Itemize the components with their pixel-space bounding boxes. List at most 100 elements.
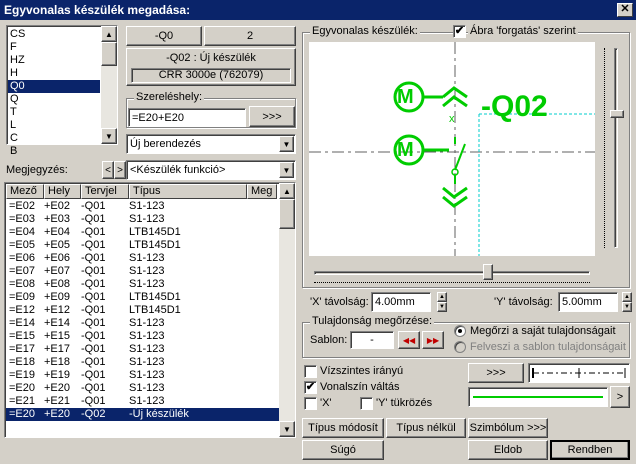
line-style-preview[interactable] [528, 363, 630, 383]
note-next-button[interactable]: > [114, 161, 126, 179]
x-spin-down-icon[interactable]: ▼ [437, 302, 447, 312]
x-spin-up-icon[interactable]: ▲ [437, 292, 447, 302]
table-row[interactable]: =E02 +E02 -Q01 S1-123 [6, 200, 280, 213]
table-scrollbar[interactable]: ▲ ▼ [279, 183, 295, 437]
x-distance-field[interactable]: 4.00mm [371, 292, 431, 312]
linecolor-checkbox[interactable]: ✔ [304, 381, 317, 394]
symbol-button[interactable]: Szimbólum >>> [468, 418, 548, 438]
no-type-button[interactable]: Típus nélkül [386, 418, 466, 438]
column-header[interactable]: Tervjel [81, 184, 129, 199]
title-bar: Egyvonalas készülék megadása: ✕ [0, 0, 636, 20]
location-browse-button[interactable]: >>> [249, 106, 295, 127]
table-row[interactable]: =E06 +E06 -Q01 S1-123 [6, 252, 280, 265]
table-cell: -Q01 [81, 239, 106, 251]
rotate-checkbox[interactable]: ✔ [453, 25, 466, 38]
table-row[interactable]: =E14 +E14 -Q01 S1-123 [6, 317, 280, 330]
scroll-up-icon[interactable]: ▲ [101, 26, 117, 42]
table-row[interactable]: =E03 +E03 -Q01 S1-123 [6, 213, 280, 226]
vertical-slider[interactable] [600, 44, 626, 254]
table-cell: +E07 [44, 265, 70, 277]
template-field[interactable]: - [350, 331, 394, 349]
table-row[interactable]: =E08 +E08 -Q01 S1-123 [6, 278, 280, 291]
help-button[interactable]: Súgó [302, 440, 384, 460]
table-cell: +E17 [44, 343, 70, 355]
note-prev-button[interactable]: < [102, 161, 114, 179]
table-row[interactable]: =E17 +E17 -Q01 S1-123 [6, 343, 280, 356]
y-spin-down-icon[interactable]: ▼ [622, 302, 632, 312]
table-cell: =E15 [9, 330, 35, 342]
code-list-item[interactable]: HZ [8, 54, 100, 67]
slider-handle[interactable] [483, 264, 493, 280]
table-cell: S1-123 [129, 252, 165, 264]
table-row[interactable]: =E15 +E15 -Q01 S1-123 [6, 330, 280, 343]
table-row[interactable]: =E07 +E07 -Q01 S1-123 [6, 265, 280, 278]
function-combo[interactable]: <Készülék funkció> ▼ [126, 160, 296, 180]
rewind-icon[interactable]: ◀◀ [398, 331, 420, 349]
number-button[interactable]: 2 [204, 26, 296, 46]
line-style-browse-button[interactable]: >>> [468, 363, 524, 383]
fast-forward-icon[interactable]: ▶▶ [422, 331, 444, 349]
column-header[interactable]: Típus [129, 184, 247, 199]
y-spin-up-icon[interactable]: ▲ [622, 292, 632, 302]
rotate-label: Ábra 'forgatás' szerint [468, 25, 578, 37]
template-label: Sablon: [310, 334, 348, 346]
code-list-item[interactable]: H [8, 67, 100, 80]
column-header[interactable]: Mező [6, 184, 44, 199]
horizontal-checkbox[interactable] [304, 365, 317, 378]
table-row[interactable]: =E12 +E12 -Q01 LTB145D1 [6, 304, 280, 317]
column-header[interactable]: Meg [247, 184, 277, 199]
scroll-down-icon[interactable]: ▼ [279, 421, 295, 437]
table-row[interactable]: =E21 +E21 -Q01 S1-123 [6, 395, 280, 408]
horizontal-slider[interactable] [310, 262, 594, 286]
symbol-tag: -Q02 [481, 90, 548, 123]
code-list-item[interactable]: T [8, 106, 100, 119]
y-distance-field[interactable]: 5.00mm [558, 292, 618, 312]
type-modify-button[interactable]: Típus módosít [302, 418, 384, 438]
scroll-down-icon[interactable]: ▼ [101, 128, 117, 144]
y-mirror-checkbox[interactable] [360, 397, 373, 410]
line-more-button[interactable]: > [610, 386, 630, 408]
code-list-item[interactable]: F [8, 41, 100, 54]
table-cell: S1-123 [129, 356, 165, 368]
scroll-up-icon[interactable]: ▲ [279, 183, 295, 199]
motor-label-1: M [397, 86, 414, 108]
table-row[interactable]: =E05 +E05 -Q01 LTB145D1 [6, 239, 280, 252]
scroll-thumb[interactable] [101, 42, 117, 66]
table-row[interactable]: =E18 +E18 -Q01 S1-123 [6, 356, 280, 369]
line-color-preview[interactable] [468, 387, 608, 407]
take-template-radio[interactable] [454, 341, 466, 353]
x-mirror-checkbox[interactable] [304, 397, 317, 410]
close-button[interactable]: ✕ [617, 3, 633, 17]
chevron-down-icon[interactable]: ▼ [279, 162, 294, 178]
discard-button[interactable]: Eldob [468, 440, 548, 460]
table-row[interactable]: =E20 +E20 -Q02 -Új készülék [6, 408, 280, 421]
device-table[interactable]: Mező Hely Tervjel Típus Meg =E02 +E02 -Q01 S1-1… [4, 182, 296, 438]
code-list-item[interactable]: Q [8, 93, 100, 106]
q0-button[interactable]: -Q0 [126, 26, 202, 46]
horizontal-label: Vízszintes irányú [320, 365, 404, 377]
code-list-item[interactable]: B [8, 145, 100, 158]
table-row[interactable]: =E19 +E19 -Q01 S1-123 [6, 369, 280, 382]
keep-own-radio[interactable] [454, 325, 466, 337]
equipment-combo[interactable]: Új berendezés ▼ [126, 134, 296, 154]
x-distance-label: 'X' távolság: [310, 296, 369, 308]
table-row[interactable]: =E20 +E20 -Q01 S1-123 [6, 382, 280, 395]
code-list-scrollbar[interactable]: ▲ ▼ [101, 26, 117, 144]
table-cell: S1-123 [129, 317, 165, 329]
slider-handle[interactable] [610, 110, 624, 118]
ok-button[interactable]: Rendben [550, 440, 630, 460]
code-list-item[interactable]: Q0 [8, 80, 100, 93]
table-row[interactable]: =E04 +E04 -Q01 LTB145D1 [6, 226, 280, 239]
table-row[interactable]: =E09 +E09 -Q01 LTB145D1 [6, 291, 280, 304]
scroll-thumb[interactable] [279, 199, 295, 229]
code-list[interactable]: CS F HZ H Q0 Q T L C B ▲ ▼ [6, 25, 118, 157]
code-list-item[interactable]: C [8, 132, 100, 145]
location-field[interactable]: =E20+E20 [128, 108, 246, 127]
table-cell: +E20 [44, 382, 70, 394]
code-list-item[interactable]: L [8, 119, 100, 132]
table-cell: S1-123 [129, 343, 165, 355]
code-list-item[interactable]: CS [8, 28, 100, 41]
table-cell: =E21 [9, 395, 35, 407]
chevron-down-icon[interactable]: ▼ [279, 136, 294, 152]
column-header[interactable]: Hely [44, 184, 81, 199]
